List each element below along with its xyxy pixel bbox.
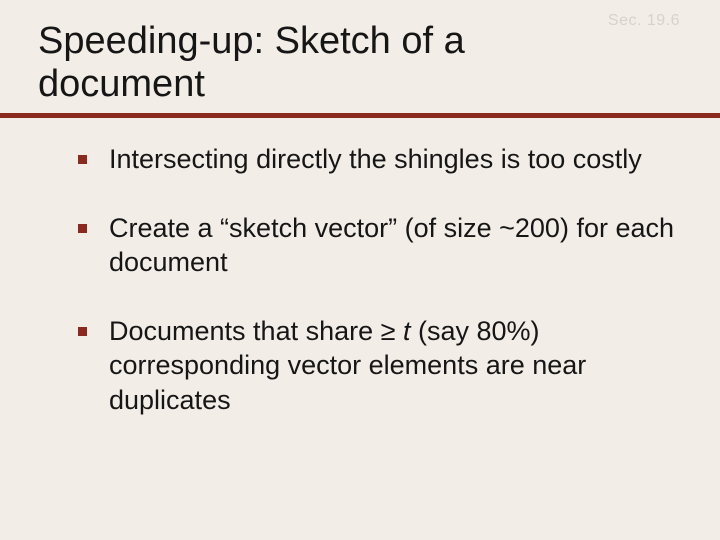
title-underline [0, 113, 720, 118]
square-bullet-icon [78, 224, 87, 233]
list-item: Documents that share ≥ t (say 80%) corre… [78, 314, 690, 418]
list-item: Create a “sketch vector” (of size ~200) … [78, 211, 690, 280]
page-title: Speeding-up: Sketch of a document [38, 20, 598, 105]
list-item-text: Create a “sketch vector” (of size ~200) … [109, 211, 690, 280]
list-item-text: Documents that share ≥ t (say 80%) corre… [109, 314, 690, 418]
square-bullet-icon [78, 155, 87, 164]
list-item-text: Intersecting directly the shingles is to… [109, 142, 642, 177]
body-content: Intersecting directly the shingles is to… [78, 142, 690, 451]
section-label: Sec. 19.6 [608, 12, 680, 30]
square-bullet-icon [78, 327, 87, 336]
list-item: Intersecting directly the shingles is to… [78, 142, 690, 177]
slide: Sec. 19.6 Speeding-up: Sketch of a docum… [0, 0, 720, 540]
